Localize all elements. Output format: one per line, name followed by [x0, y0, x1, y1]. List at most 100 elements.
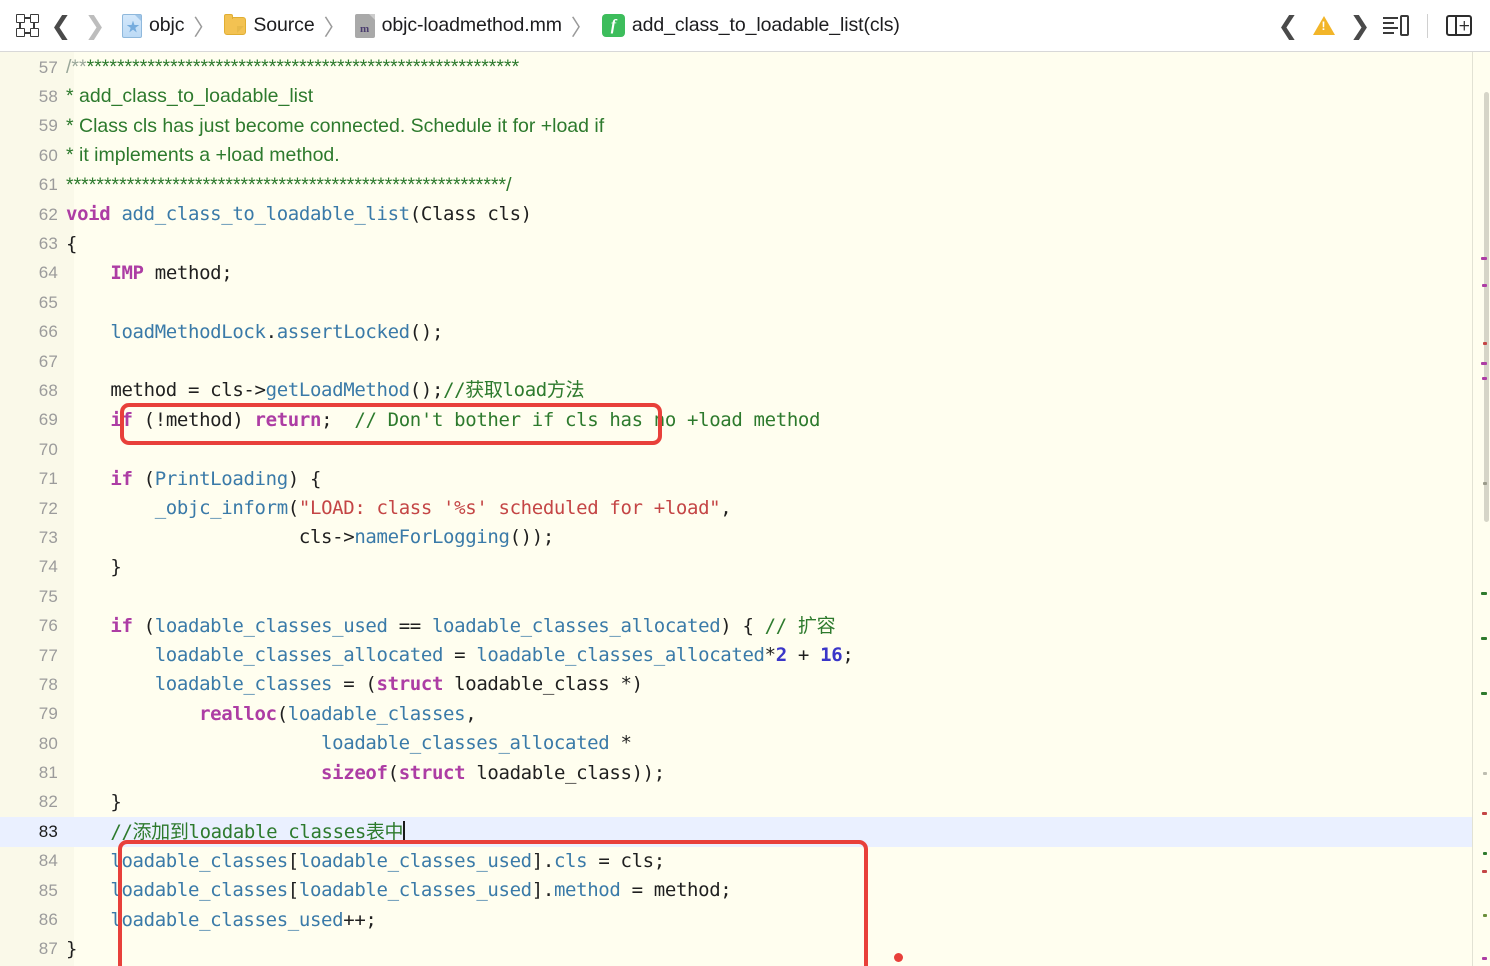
- code-line-77[interactable]: 77 loadable_classes_allocated = loadable…: [0, 641, 1490, 670]
- minimap-mark: [1481, 592, 1487, 595]
- line-text[interactable]: /***************************************…: [66, 57, 1490, 78]
- breadcrumb-item-folder[interactable]: Source: [224, 13, 315, 37]
- code-line-58[interactable]: 58 * add_class_to_loadable_list: [0, 82, 1490, 111]
- toggle-minimap-button[interactable]: [1379, 9, 1413, 43]
- code-lines[interactable]: 57 /*************************************…: [0, 52, 1490, 966]
- line-number: 57: [38, 57, 58, 77]
- line-text[interactable]: IMP method;: [66, 263, 1490, 283]
- toggle-navigator-button[interactable]: [10, 9, 44, 43]
- code-line-70[interactable]: 70: [0, 435, 1490, 464]
- code-token: ());: [509, 526, 555, 549]
- issue-warning-button[interactable]: [1307, 9, 1341, 43]
- code-line-67[interactable]: 67: [0, 347, 1490, 376]
- line-text[interactable]: * it implements a +load method.: [66, 145, 1490, 166]
- line-number: 79: [38, 704, 58, 724]
- code-token: loadable_classes_allocated: [154, 644, 444, 666]
- code-line-69[interactable]: 69 if (!method) return; // Don't bother …: [0, 406, 1490, 435]
- line-text[interactable]: loadable_classes_allocated *: [66, 734, 1490, 753]
- code-line-87[interactable]: 87}: [0, 935, 1490, 964]
- line-text[interactable]: }: [66, 792, 1490, 812]
- code-line-64[interactable]: 64 IMP method;: [0, 259, 1490, 288]
- code-line-57[interactable]: 57 /*************************************…: [0, 53, 1490, 82]
- line-number: 76: [38, 616, 58, 636]
- code-token: struct: [376, 673, 444, 696]
- code-line-61[interactable]: 61 **************************************…: [0, 171, 1490, 200]
- code-line-83[interactable]: 83 //添加到loadable_classes表中: [0, 817, 1490, 847]
- code-token: cls: [553, 849, 588, 872]
- code-token: loadable_class *): [443, 673, 643, 696]
- scroll-overview-minimap[interactable]: [1472, 52, 1490, 966]
- line-text[interactable]: //添加到loadable_classes表中: [66, 821, 1490, 843]
- code-line-81[interactable]: 81 sizeof(struct loadable_class));: [0, 758, 1490, 787]
- code-editor[interactable]: 57 /*************************************…: [0, 52, 1490, 966]
- next-issue-button[interactable]: ❯: [1343, 9, 1377, 43]
- code-line-84[interactable]: 84 loadable_classes[loadable_classes_use…: [0, 847, 1490, 876]
- code-line-65[interactable]: 65: [0, 288, 1490, 317]
- line-number: 78: [38, 674, 58, 694]
- line-number: 83: [38, 821, 58, 841]
- code-token: [: [287, 879, 299, 902]
- line-text[interactable]: if (!method) return; // Don't bother if …: [66, 408, 1490, 431]
- code-line-71[interactable]: 71 if (PrintLoading) {: [0, 464, 1490, 493]
- line-text[interactable]: method = cls->getLoadMethod();//获取load方法: [66, 381, 1490, 400]
- line-text[interactable]: }: [66, 939, 1490, 959]
- code-line-86[interactable]: 86 loadable_classes_used++;: [0, 905, 1490, 934]
- line-text[interactable]: loadable_classes_used++;: [66, 908, 1490, 931]
- code-line-79[interactable]: 79 realloc(loadable_classes,: [0, 700, 1490, 729]
- line-text[interactable]: cls->nameForLogging());: [66, 528, 1490, 547]
- code-line-82[interactable]: 82 }: [0, 788, 1490, 817]
- code-line-74[interactable]: 74 }: [0, 553, 1490, 582]
- code-line-66[interactable]: 66 loadMethodLock.assertLocked();: [0, 318, 1490, 347]
- breadcrumb-item-file[interactable]: m objc-loadmethod.mm: [354, 13, 562, 38]
- line-text[interactable]: loadMethodLock.assertLocked();: [66, 322, 1490, 342]
- previous-issue-button[interactable]: ❮: [1271, 9, 1305, 43]
- code-token: loadable_classes_used: [110, 908, 344, 931]
- code-token: loadable_classes: [154, 673, 333, 696]
- code-line-68[interactable]: 68 method = cls->getLoadMethod();//获取loa…: [0, 376, 1490, 405]
- code-token: (: [132, 614, 155, 637]
- line-text[interactable]: sizeof(struct loadable_class));: [66, 763, 1490, 783]
- line-text[interactable]: if (loadable_classes_used == loadable_cl…: [66, 614, 1490, 637]
- xcodeproj-icon: [122, 13, 142, 38]
- code-line-78[interactable]: 78 loadable_classes = (struct loadable_c…: [0, 670, 1490, 699]
- code-line-62[interactable]: 62 void add_class_to_loadable_list(Class …: [0, 200, 1490, 229]
- breadcrumb-label-file: objc-loadmethod.mm: [381, 14, 562, 36]
- code-line-85[interactable]: 85 loadable_classes[loadable_classes_use…: [0, 876, 1490, 905]
- line-text[interactable]: loadable_classes[loadable_classes_used].…: [66, 881, 1490, 900]
- code-token: add_class_to_loadable_list: [121, 203, 410, 226]
- code-line-75[interactable]: 75: [0, 582, 1490, 611]
- code-token: (: [276, 702, 288, 725]
- line-text[interactable]: loadable_classes_allocated = loadable_cl…: [66, 646, 1490, 665]
- line-text[interactable]: ****************************************…: [66, 175, 1490, 196]
- breadcrumb-item-project[interactable]: objc: [122, 13, 184, 38]
- line-text[interactable]: * Class cls has just become connected. S…: [66, 116, 1490, 137]
- breadcrumb-item-symbol[interactable]: f add_class_to_loadable_list(cls): [601, 14, 900, 37]
- code-line-80[interactable]: 80 loadable_classes_allocated *: [0, 729, 1490, 758]
- code-token: ,: [465, 702, 477, 725]
- add-editor-button[interactable]: [1442, 9, 1476, 43]
- line-text[interactable]: loadable_classes[loadable_classes_used].…: [66, 849, 1490, 872]
- minimap-scroll-thumb[interactable]: [1484, 92, 1489, 522]
- line-text[interactable]: loadable_classes = (struct loadable_clas…: [66, 675, 1490, 694]
- code-line-72[interactable]: 72 _objc_inform("LOAD: class '%s' schedu…: [0, 494, 1490, 523]
- code-line-63[interactable]: 63 {: [0, 229, 1490, 258]
- navigate-back-button[interactable]: ❮: [44, 9, 78, 43]
- code-token: if: [110, 408, 133, 431]
- line-text[interactable]: _objc_inform("LOAD: class '%s' scheduled…: [66, 499, 1490, 518]
- code-line-59[interactable]: 59 * Class cls has just become connected.…: [0, 112, 1490, 141]
- minimap-mark: [1483, 482, 1487, 485]
- code-line-73[interactable]: 73 cls->nameForLogging());: [0, 523, 1490, 552]
- line-text[interactable]: void add_class_to_loadable_list(Class cl…: [66, 205, 1490, 224]
- line-text[interactable]: }: [66, 557, 1490, 577]
- breadcrumb-label-symbol: add_class_to_loadable_list(cls): [631, 14, 900, 36]
- line-text[interactable]: * add_class_to_loadable_list: [66, 87, 1490, 107]
- code-line-76[interactable]: 76 if (loadable_classes_used == loadable…: [0, 611, 1490, 640]
- navigate-forward-button[interactable]: ❯: [78, 9, 112, 43]
- code-line-60[interactable]: 60 * it implements a +load method.: [0, 141, 1490, 170]
- line-text[interactable]: realloc(loadable_classes,: [66, 702, 1490, 725]
- line-text[interactable]: if (PrintLoading) {: [66, 468, 1490, 490]
- line-text[interactable]: {: [66, 234, 1490, 254]
